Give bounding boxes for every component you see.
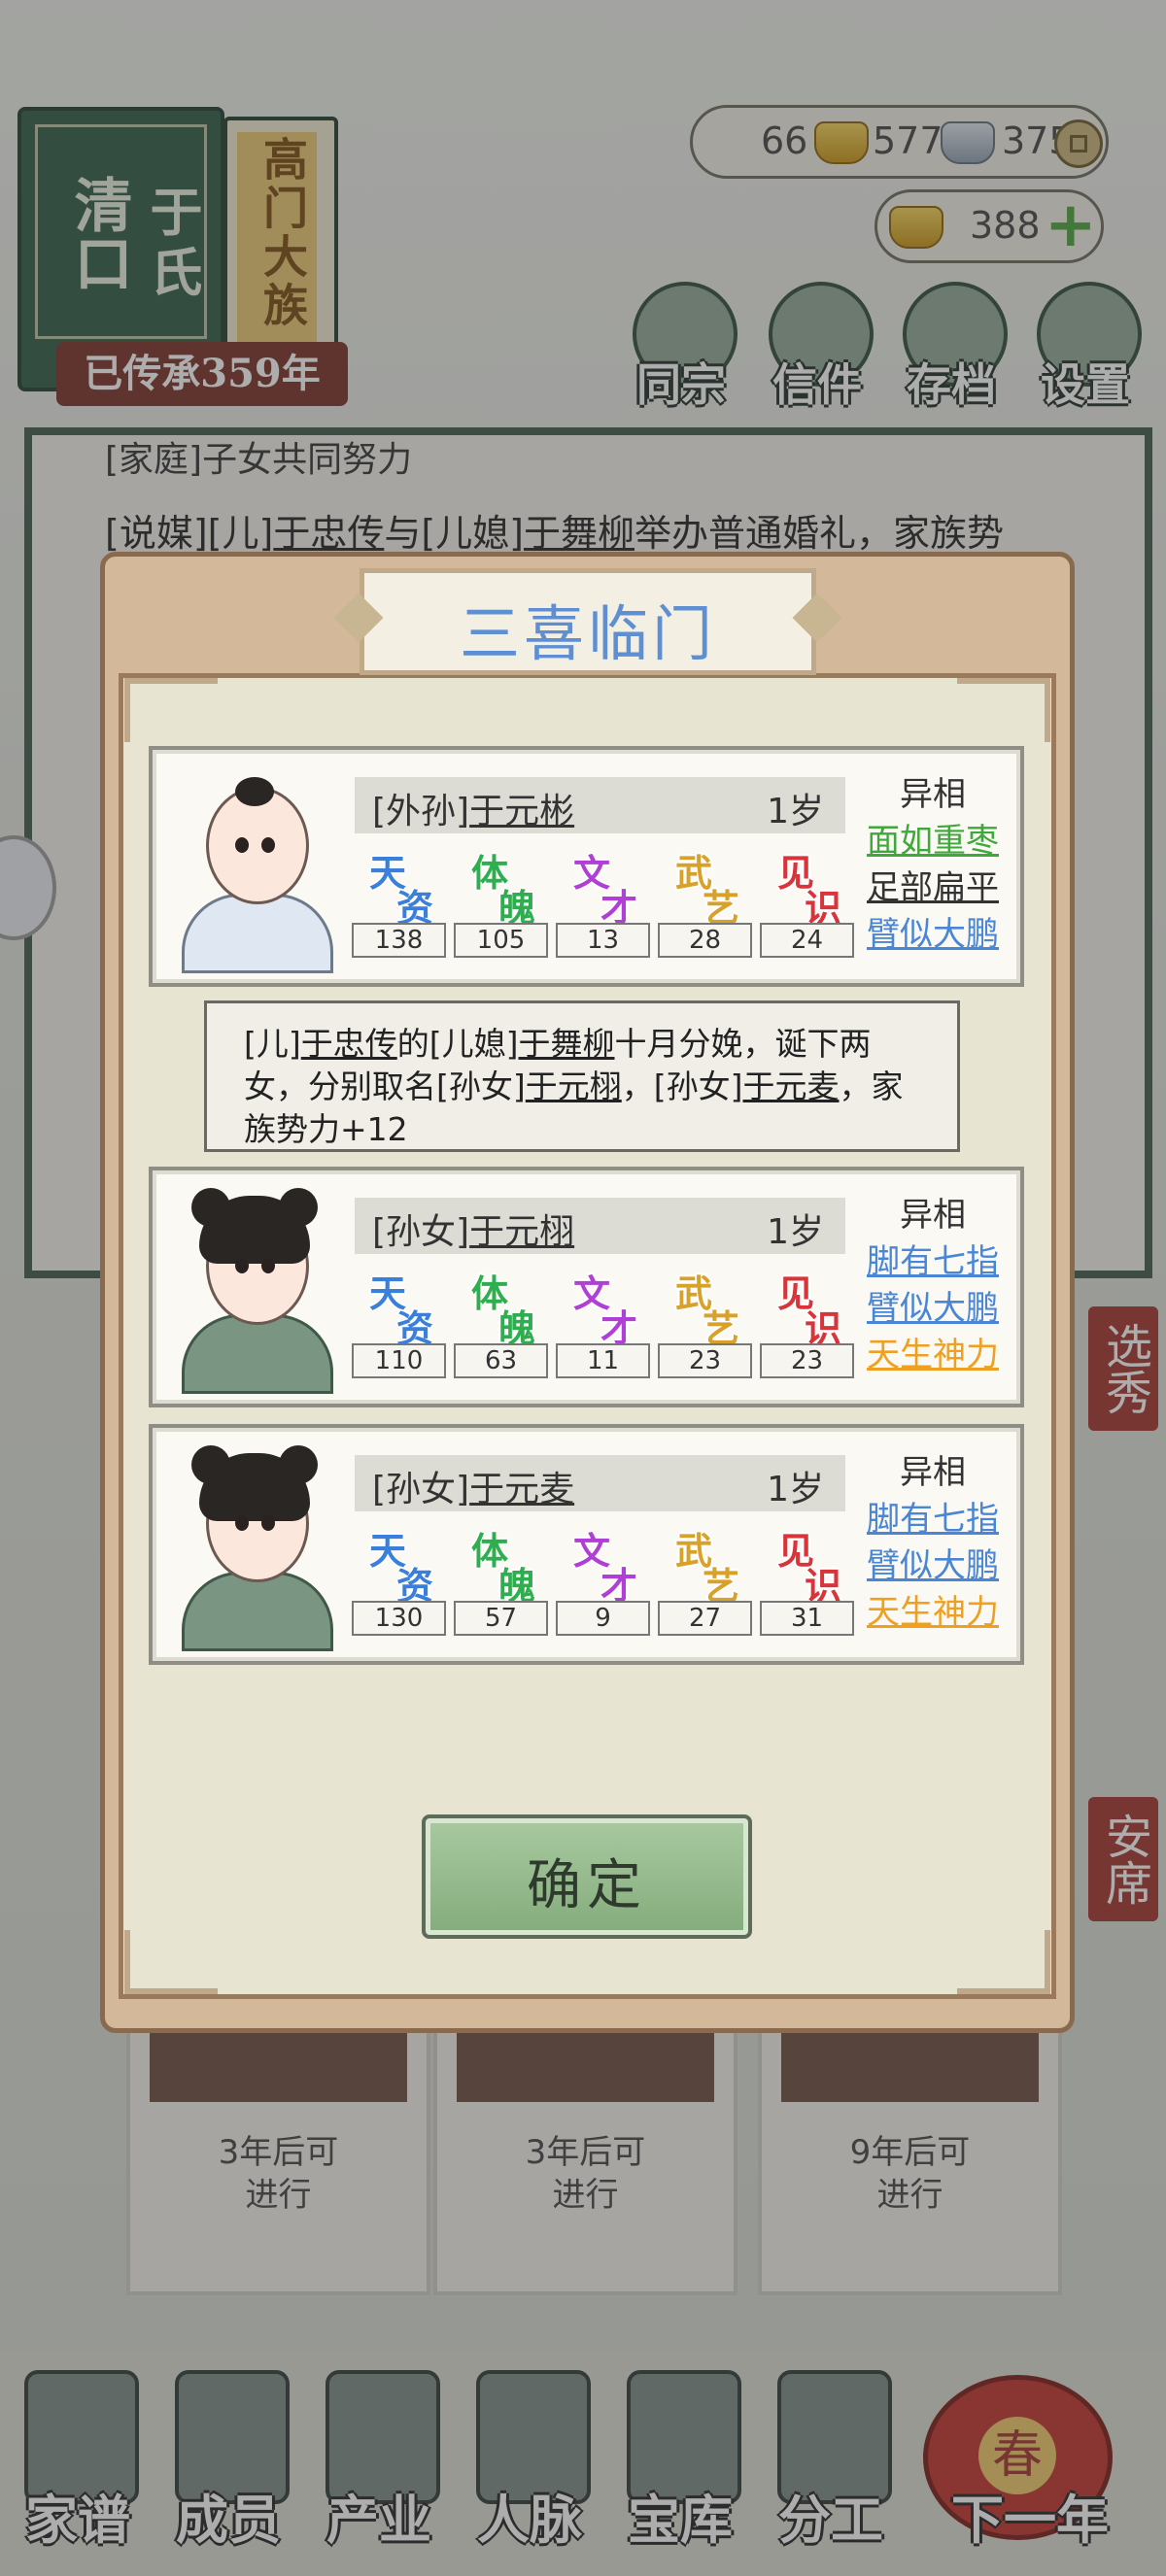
person-name: [孙女]于元麦 [372, 1470, 575, 1509]
trait: 面如重枣 [867, 822, 999, 861]
person-name: [孙女]于元栩 [372, 1212, 575, 1252]
trait-list: 异相 脚有七指 臂似大鹏 天生神力 [860, 1449, 1006, 1636]
person-namebar: [孙女]于元栩 1岁 [355, 1198, 845, 1254]
attr-martial: 武艺 [675, 851, 740, 930]
avatar [182, 767, 333, 973]
stat-value: 110 [352, 1343, 446, 1378]
confirm-label: 确定 [527, 1854, 647, 1917]
stat-value: 9 [556, 1601, 650, 1636]
stat-value: 63 [454, 1343, 548, 1378]
attr-literary: 文才 [573, 1529, 638, 1608]
trait-header: 异相 [900, 1453, 966, 1492]
stat-value: 13 [556, 923, 650, 958]
attr-martial: 武艺 [675, 1529, 740, 1608]
stat-value: 57 [454, 1601, 548, 1636]
trait: 足部扁平 [867, 868, 999, 907]
attr-aptitude: 天资 [369, 1529, 434, 1608]
stat-value: 28 [658, 923, 752, 958]
person-card[interactable]: [外孙]于元彬 1岁 天资 体魄 文才 武艺 见识 138 105 13 28 … [149, 746, 1024, 987]
dialog-title: 三喜临门 [459, 598, 716, 669]
attr-literary: 文才 [573, 1271, 638, 1350]
attr-knowledge: 见识 [777, 851, 842, 930]
trait-list: 异相 脚有七指 臂似大鹏 天生神力 [860, 1192, 1006, 1378]
trait: 天生神力 [867, 1336, 999, 1374]
attr-literary: 文才 [573, 851, 638, 930]
person-age: 1岁 [767, 792, 824, 831]
person-card[interactable]: [孙女]于元麦 1岁 天资 体魄 文才 武艺 见识 130 57 9 27 31… [149, 1424, 1024, 1665]
trait: 臂似大鹏 [867, 1289, 999, 1328]
trait-list: 异相 面如重枣 足部扁平 臂似大鹏 [860, 771, 1006, 958]
stat-value: 138 [352, 923, 446, 958]
attr-physique: 体魄 [471, 1529, 536, 1608]
stat-value: 27 [658, 1601, 752, 1636]
corner-ornament [124, 1930, 218, 1994]
trait: 脚有七指 [867, 1500, 999, 1539]
stat-value: 130 [352, 1601, 446, 1636]
attr-physique: 体魄 [471, 851, 536, 930]
stat-value: 105 [454, 923, 548, 958]
attr-knowledge: 见识 [777, 1529, 842, 1608]
stat-value: 23 [658, 1343, 752, 1378]
attribute-labels: 天资 体魄 文才 武艺 见识 [352, 845, 857, 930]
stat-value: 11 [556, 1343, 650, 1378]
confirm-button[interactable]: 确定 [422, 1814, 752, 1939]
attr-martial: 武艺 [675, 1271, 740, 1350]
trait: 脚有七指 [867, 1242, 999, 1281]
attr-knowledge: 见识 [777, 1271, 842, 1350]
corner-ornament [957, 678, 1050, 742]
person-namebar: [孙女]于元麦 1岁 [355, 1455, 845, 1511]
trait: 臂似大鹏 [867, 915, 999, 954]
person-age: 1岁 [767, 1470, 824, 1509]
attr-aptitude: 天资 [369, 851, 434, 930]
attribute-labels: 天资 体魄 文才 武艺 见识 [352, 1523, 857, 1608]
person-age: 1岁 [767, 1212, 824, 1252]
corner-ornament [124, 678, 218, 742]
dialog-title-plate: 三喜临门 [360, 568, 816, 675]
avatar [182, 1188, 333, 1394]
trait: 天生神力 [867, 1593, 999, 1632]
birth-message-text: [儿]于忠传的[儿媳]于舞柳十月分娩，诞下两女，分别取名[孙女]于元栩，[孙女]… [244, 1025, 904, 1148]
stat-value: 24 [760, 923, 854, 958]
stat-value: 23 [760, 1343, 854, 1378]
attr-physique: 体魄 [471, 1271, 536, 1350]
trait: 臂似大鹏 [867, 1546, 999, 1585]
birth-message: [儿]于忠传的[儿媳]于舞柳十月分娩，诞下两女，分别取名[孙女]于元栩，[孙女]… [204, 1000, 960, 1152]
avatar [182, 1445, 333, 1651]
corner-ornament [957, 1930, 1050, 1994]
attribute-labels: 天资 体魄 文才 武艺 见识 [352, 1266, 857, 1350]
person-namebar: [外孙]于元彬 1岁 [355, 777, 845, 833]
attr-aptitude: 天资 [369, 1271, 434, 1350]
person-card[interactable]: [孙女]于元栩 1岁 天资 体魄 文才 武艺 见识 110 63 11 23 2… [149, 1167, 1024, 1407]
trait-header: 异相 [900, 775, 966, 814]
stat-value: 31 [760, 1601, 854, 1636]
trait-header: 异相 [900, 1196, 966, 1235]
person-name: [外孙]于元彬 [372, 792, 575, 831]
